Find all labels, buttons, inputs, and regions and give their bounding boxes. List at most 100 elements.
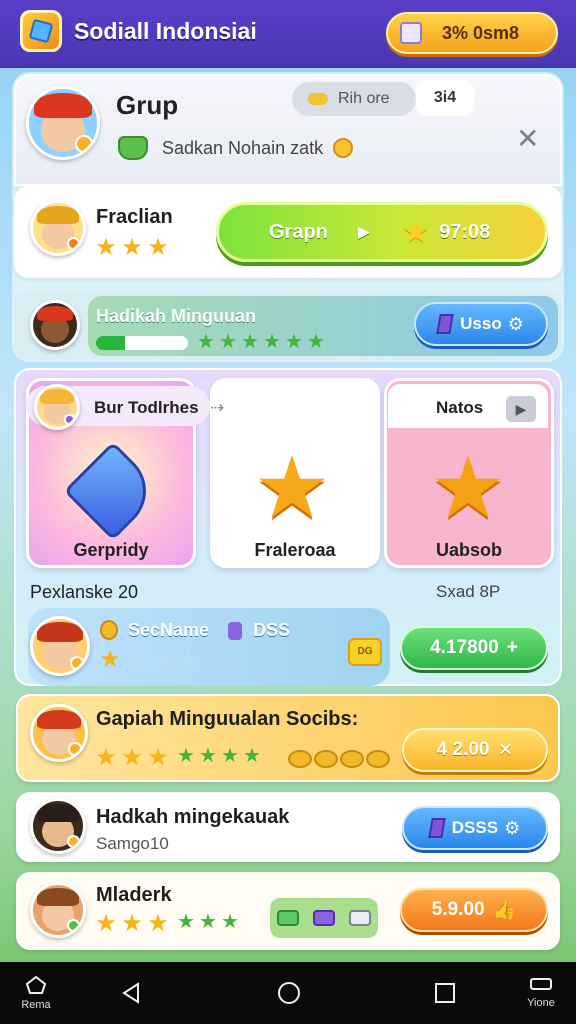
scroll-icon xyxy=(349,910,371,926)
list-item-title: Mladerk xyxy=(96,884,172,906)
smiling-star-icon: ★ xyxy=(253,440,331,536)
green-star-row: ★ ★ ★ ★ ★ ★ xyxy=(196,332,326,352)
member-avatar[interactable] xyxy=(30,300,80,350)
star-icon: ★ xyxy=(121,744,143,771)
nav-item-yione[interactable]: Yione xyxy=(518,962,564,1024)
list-action-button-2[interactable]: DSSS ⚙ xyxy=(402,806,548,850)
coin-icon xyxy=(100,620,118,640)
gear-icon: ⚙ xyxy=(504,817,521,838)
list-action-button-1[interactable]: 4 2.00 ✕ xyxy=(402,728,548,772)
group-go-value: 97:08 xyxy=(439,220,491,243)
claim-button[interactable]: 4.17800 + xyxy=(400,626,548,670)
kite-crystal-icon xyxy=(63,441,163,541)
list-avatar xyxy=(30,704,88,762)
right-caption: Sxad 8P xyxy=(436,582,501,601)
currency-pill[interactable]: 3% 0sm8 xyxy=(386,12,558,54)
reward-card-1-label: Gerpridy xyxy=(73,540,149,560)
reward-card-3-label: Uabsob xyxy=(435,540,502,560)
player-stars: ★ ★ ★ ★ xyxy=(98,648,200,672)
leader-avatar[interactable] xyxy=(30,200,86,256)
reward-tab-label: Bur Todlrhes xyxy=(94,398,199,417)
home-circle-icon xyxy=(278,982,300,1004)
green-star-icon: ★ xyxy=(199,745,217,767)
thumbs-up-icon: 👍 xyxy=(492,900,517,921)
green-star-icon: ★ xyxy=(241,331,259,353)
refresh-icon[interactable]: ⇢ xyxy=(210,398,224,418)
menu-icon xyxy=(530,978,552,990)
list-item-title: Hadkah mingekauak xyxy=(96,806,290,828)
cube-logo-icon[interactable] xyxy=(20,10,62,52)
currency-amount: 3% 0sm8 xyxy=(442,22,520,43)
star-icon: ★ xyxy=(95,234,117,261)
list-stars: ★ ★ ★ ★ ★ ★ ★ xyxy=(94,746,262,770)
group-subtitle: Sadkan Nohain zatk xyxy=(162,137,324,158)
gem-icon xyxy=(313,910,335,926)
progress-title: Hadikah Minguuan xyxy=(96,306,257,326)
claim-value: 4.17800 xyxy=(430,637,499,658)
leader-name: Fraclian xyxy=(96,206,173,228)
ticket-icon: DG xyxy=(348,638,382,666)
green-star-icon: ★ xyxy=(177,745,195,767)
nav-home-button[interactable] xyxy=(274,962,304,1024)
star-icon: ★ xyxy=(147,744,169,771)
group-title: Grup xyxy=(116,90,179,120)
home-outline-icon xyxy=(25,975,47,994)
reward-card-2-label: Fraleroaa xyxy=(254,540,336,560)
group-go-button[interactable]: Grapn ▶ ★ 97:08 xyxy=(216,202,548,262)
list-action-button-3[interactable]: 5.9.00 👍 xyxy=(400,888,548,932)
nav-item-rema[interactable]: Rema xyxy=(14,962,58,1024)
recents-square-icon xyxy=(435,983,455,1003)
item-bundle[interactable] xyxy=(270,898,378,938)
nav-recents-button[interactable] xyxy=(430,962,460,1024)
coin-icon xyxy=(333,138,354,158)
player-avatar xyxy=(30,616,90,676)
next-page-icon[interactable]: ▶ xyxy=(506,396,536,422)
list-action-value: DSSS xyxy=(451,818,499,837)
count-chip[interactable]: 3i4 xyxy=(416,80,474,116)
progress-fill xyxy=(96,336,126,350)
star-icon: ★ xyxy=(151,646,173,673)
group-go-label: Grapn xyxy=(269,220,328,243)
list-action-value: 4 2.00 xyxy=(436,739,490,760)
green-star-icon: ★ xyxy=(199,911,217,933)
green-star-icon: ★ xyxy=(197,331,215,353)
crystal-icon xyxy=(228,622,243,641)
cash-icon xyxy=(277,910,299,926)
list-item-subtitle: Samgo10 xyxy=(96,834,169,853)
star-icon: ★ xyxy=(125,646,147,673)
green-star-icon: ★ xyxy=(221,911,239,933)
blue-action-button[interactable]: Usso ⚙ xyxy=(414,302,548,346)
nav-label: Rema xyxy=(21,999,51,1011)
group-avatar[interactable] xyxy=(26,86,100,160)
star-icon: ★ xyxy=(95,744,117,771)
green-star-icon: ★ xyxy=(263,331,281,353)
player-tag: DSS xyxy=(253,620,291,640)
list-stars: ★ ★ ★ ★ ★ ★ xyxy=(94,912,240,936)
search-chip[interactable]: Rih ore xyxy=(292,82,416,116)
green-star-icon: ★ xyxy=(221,745,239,767)
list-action-value: 5.9.00 xyxy=(431,899,485,920)
list-item-title: Gapiah Minguualan Socibs: xyxy=(96,708,359,730)
crystal-icon xyxy=(436,314,454,334)
star-icon: ★ xyxy=(402,215,430,249)
progress-track xyxy=(96,336,188,350)
list-avatar xyxy=(30,798,86,854)
golden-star-badge-icon: ★ xyxy=(429,440,507,536)
green-star-icon: ★ xyxy=(307,331,325,353)
chest-icon xyxy=(400,22,422,44)
leader-stars: ★ ★ ★ xyxy=(94,236,170,260)
star-icon: ★ xyxy=(121,910,143,937)
close-icon[interactable]: ✕ xyxy=(516,122,539,155)
blue-action-label: Usso xyxy=(460,314,502,333)
gem-icon xyxy=(118,136,148,160)
green-star-icon: ★ xyxy=(285,331,303,353)
green-star-icon: ★ xyxy=(219,331,237,353)
star-icon: ★ xyxy=(95,910,117,937)
plus-icon: + xyxy=(506,637,518,658)
right-header: Natos xyxy=(436,398,484,417)
crystal-icon xyxy=(428,818,446,838)
left-caption: Pexlanske 20 xyxy=(30,582,139,602)
green-star-icon: ★ xyxy=(177,911,195,933)
nav-back-button[interactable] xyxy=(116,962,146,1024)
player-name: SecName DSS xyxy=(128,620,290,641)
